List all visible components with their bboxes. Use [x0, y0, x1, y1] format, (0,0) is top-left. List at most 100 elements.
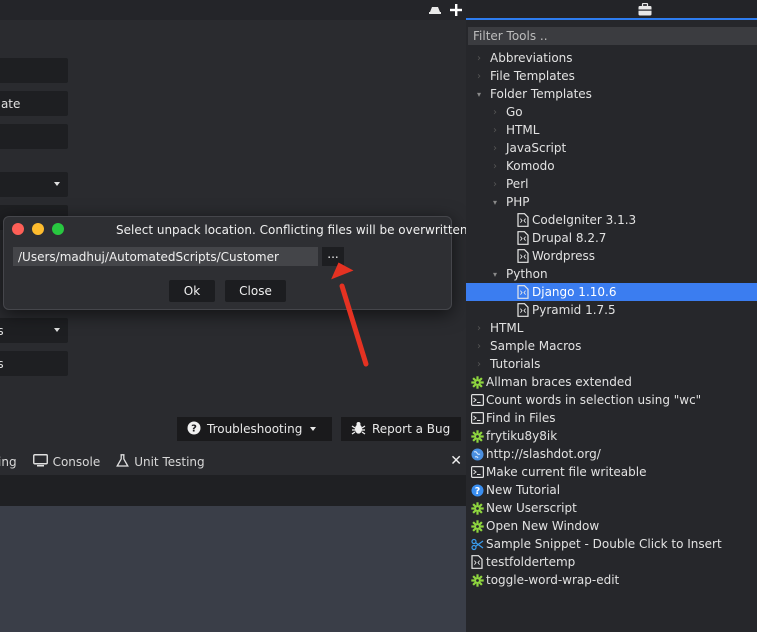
notification-icon[interactable]: [428, 4, 442, 16]
gear-icon: [470, 573, 484, 587]
toolbox-header: [466, 0, 757, 20]
monitor-icon: [32, 454, 48, 470]
left-pane: plate es es ? Troubleshooting Report a Bug…: [0, 0, 466, 632]
close-button[interactable]: Close: [225, 280, 286, 302]
chevron-right-icon[interactable]: ›: [490, 179, 500, 190]
window-close-button[interactable]: [12, 223, 24, 235]
toolbox-item[interactable]: http://slashdot.org/: [466, 445, 757, 463]
left-panel-button[interactable]: [0, 124, 68, 149]
toolbox-item[interactable]: Make current file writeable: [466, 463, 757, 481]
toolbox-item[interactable]: Pyramid 1.7.5: [466, 301, 757, 319]
close-icon[interactable]: ✕: [450, 453, 462, 469]
toolbox-item[interactable]: ▾ Python: [466, 265, 757, 283]
toolbox-item[interactable]: CodeIgniter 3.1.3: [466, 211, 757, 229]
toolbox-item[interactable]: Open New Window: [466, 517, 757, 535]
gear-icon: [470, 501, 484, 515]
toolbox-item-label: Perl: [506, 177, 529, 191]
toolbox-item-label: New Userscript: [486, 501, 577, 515]
toolbox-item[interactable]: › Sample Macros: [466, 337, 757, 355]
left-panel-button[interactable]: es: [0, 318, 68, 343]
toolbox-item-label: Komodo: [506, 159, 555, 173]
left-panel-button-label: plate: [0, 96, 21, 111]
toolbox-item[interactable]: › Perl: [466, 175, 757, 193]
tab-label: ing: [0, 455, 17, 469]
toolbox-item-label: Drupal 8.2.7: [532, 231, 607, 245]
toolbox-item-label: Open New Window: [486, 519, 600, 533]
toolbox-item-label: HTML: [490, 321, 524, 335]
unpack-location-dialog: Select unpack location. Conflicting file…: [3, 216, 471, 310]
toolbox-item[interactable]: › HTML: [466, 319, 757, 337]
toolbox-item-label: File Templates: [490, 69, 575, 83]
file-icon: [516, 249, 530, 263]
toolbox-item[interactable]: › Komodo: [466, 157, 757, 175]
toolbox-item[interactable]: Django 1.10.6: [466, 283, 757, 301]
toolbox-item-label: Make current file writeable: [486, 465, 647, 479]
toolbox-item[interactable]: Drupal 8.2.7: [466, 229, 757, 247]
toolbox-item[interactable]: › HTML: [466, 121, 757, 139]
toolbox-item-label: CodeIgniter 3.1.3: [532, 213, 637, 227]
help-icon: ?: [470, 483, 484, 497]
chevron-right-icon[interactable]: ›: [490, 143, 500, 154]
chevron-down-icon: [310, 427, 317, 431]
chevron-right-icon[interactable]: ›: [490, 125, 500, 136]
filter-tools-input[interactable]: [468, 27, 757, 45]
ok-button[interactable]: Ok: [169, 280, 215, 302]
toolbox-item-label: Sample Macros: [490, 339, 582, 353]
window-zoom-button[interactable]: [52, 223, 64, 235]
troubleshooting-button[interactable]: ? Troubleshooting: [177, 417, 332, 441]
toolbox-item-label: HTML: [506, 123, 540, 137]
left-toolbar: [0, 0, 466, 20]
toolbox-item-label: Python: [506, 267, 548, 281]
toolbox-item[interactable]: ▾ Folder Templates: [466, 85, 757, 103]
toolbox-item[interactable]: ▾ PHP: [466, 193, 757, 211]
toolbox-item[interactable]: › File Templates: [466, 67, 757, 85]
toolbox-item[interactable]: › JavaScript: [466, 139, 757, 157]
chevron-right-icon[interactable]: ›: [474, 71, 484, 82]
bottom-panel-toolbar: [0, 475, 466, 506]
toolbox-item[interactable]: New Userscript: [466, 499, 757, 517]
toolbox-item-label: Pyramid 1.7.5: [532, 303, 616, 317]
terminal-icon: [470, 411, 484, 425]
chevron-down-icon[interactable]: ▾: [474, 90, 484, 99]
tab-truncated[interactable]: ing: [0, 455, 17, 469]
chevron-right-icon[interactable]: ›: [474, 359, 484, 370]
chevron-down-icon[interactable]: ▾: [490, 198, 500, 207]
left-panel-button[interactable]: [0, 58, 68, 83]
left-panel-button[interactable]: plate: [0, 91, 68, 116]
tab-console[interactable]: Console: [32, 454, 101, 470]
toolbox-icon[interactable]: [638, 2, 652, 19]
tab-unit-testing[interactable]: Unit Testing: [116, 454, 205, 470]
report-bug-button[interactable]: Report a Bug: [341, 417, 461, 441]
chevron-right-icon[interactable]: ›: [474, 53, 484, 64]
toolbox-item[interactable]: frytiku8y8ik: [466, 427, 757, 445]
report-bug-label: Report a Bug: [372, 422, 451, 436]
toolbox-item[interactable]: toggle-word-wrap-edit: [466, 571, 757, 589]
toolbox-item[interactable]: Find in Files: [466, 409, 757, 427]
left-panel-button[interactable]: es: [0, 351, 68, 376]
gear-icon: [470, 519, 484, 533]
toolbox-item[interactable]: › Tutorials: [466, 355, 757, 373]
left-panel-button[interactable]: [0, 172, 68, 197]
toolbox-item[interactable]: ? New Tutorial: [466, 481, 757, 499]
toolbox-item[interactable]: › Go: [466, 103, 757, 121]
chevron-right-icon[interactable]: ›: [490, 161, 500, 172]
toolbox-item[interactable]: Sample Snippet - Double Click to Insert: [466, 535, 757, 553]
toolbox-item[interactable]: Allman braces extended: [466, 373, 757, 391]
chevron-down-icon[interactable]: ▾: [490, 270, 500, 279]
add-icon[interactable]: [450, 4, 462, 16]
toolbox-item[interactable]: testfoldertemp: [466, 553, 757, 571]
toolbox-pane: › Abbreviations › File Templates ▾ Folder Tem…: [466, 0, 757, 632]
tab-label: Console: [52, 455, 101, 469]
toolbox-item-label: Tutorials: [490, 357, 541, 371]
path-input[interactable]: [13, 247, 318, 266]
chevron-right-icon[interactable]: ›: [474, 341, 484, 352]
toolbox-item[interactable]: Count words in selection using "wc": [466, 391, 757, 409]
toolbox-item[interactable]: › Abbreviations: [466, 49, 757, 67]
chevron-right-icon[interactable]: ›: [490, 107, 500, 118]
chevron-right-icon[interactable]: ›: [474, 323, 484, 334]
window-minimize-button[interactable]: [32, 223, 44, 235]
file-icon: [516, 303, 530, 317]
toolbox-item[interactable]: Wordpress: [466, 247, 757, 265]
scissors-icon: [470, 537, 484, 551]
gear-icon: [470, 375, 484, 389]
